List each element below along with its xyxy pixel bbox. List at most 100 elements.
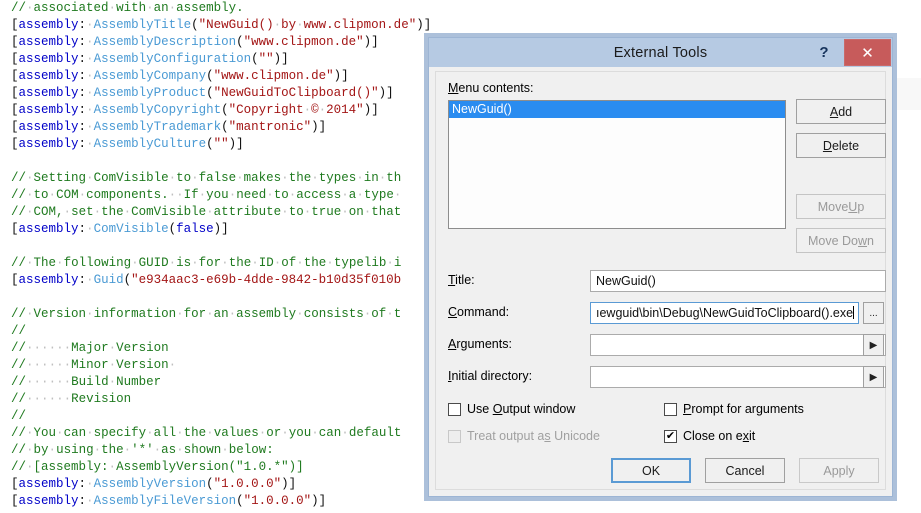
- whitespace-dot: ·: [311, 426, 319, 440]
- whitespace-dot: ·: [258, 426, 267, 440]
- title-input[interactable]: NewGuid(): [590, 270, 886, 292]
- whitespace-dot: ·: [146, 1, 154, 15]
- use-output-window-checkbox[interactable]: Use Output window: [448, 402, 575, 416]
- code-token: //·associated·with·an·assembly.: [11, 1, 244, 15]
- arguments-dropdown-icon[interactable]: ▶: [863, 334, 884, 356]
- checkbox-label: Close on exit: [683, 429, 756, 443]
- code-token: :·: [78, 69, 94, 83]
- whitespace-dot: ·: [41, 392, 49, 406]
- whitespace-dot: ·: [108, 460, 117, 474]
- whitespace-dot: ·: [228, 307, 237, 321]
- code-token: (: [236, 35, 244, 49]
- code-token: :·: [78, 494, 94, 508]
- whitespace-dot: ·: [176, 307, 184, 321]
- initial-directory-input[interactable]: [590, 366, 886, 388]
- code-token: )]: [311, 494, 327, 508]
- code-token: :·: [78, 120, 94, 134]
- whitespace-dot: ·: [33, 358, 42, 372]
- code-token: )]: [363, 103, 379, 117]
- whitespace-dot: ·: [168, 1, 177, 15]
- checkbox-box: ✔: [664, 429, 677, 443]
- whitespace-dot: ·: [26, 1, 34, 15]
- code-token: //·Version·information·for·an·assembly·c…: [11, 307, 402, 321]
- close-on-exit-checkbox[interactable]: ✔ Close on exit: [664, 429, 755, 443]
- whitespace-dot: ·: [206, 205, 214, 219]
- code-token: AssemblyDescription: [93, 35, 237, 49]
- add-button[interactable]: Add: [796, 99, 886, 124]
- code-token: [: [11, 477, 19, 491]
- checkbox-box: [448, 402, 461, 416]
- whitespace-dot: ·: [273, 18, 282, 32]
- code-token: assembly: [18, 35, 79, 49]
- menu-contents-listbox[interactable]: NewGuid(): [448, 100, 786, 229]
- code-token: //·The·following·GUID·is·for·the·ID·of·t…: [11, 256, 402, 270]
- whitespace-dot: ·: [56, 358, 64, 372]
- code-token: //: [11, 409, 27, 423]
- code-token: [: [11, 137, 19, 151]
- whitespace-dot: ·: [86, 18, 94, 32]
- code-token: :·: [78, 35, 94, 49]
- help-icon[interactable]: ?: [813, 42, 835, 63]
- code-token: )]: [281, 477, 297, 491]
- whitespace-dot: ·: [326, 256, 334, 270]
- whitespace-dot: ·: [63, 375, 72, 389]
- initial-directory-dropdown-icon[interactable]: ▶: [863, 366, 884, 388]
- whitespace-dot: ·: [206, 426, 214, 440]
- dialog-body: Menu contents: NewGuid() Add Delete Move…: [435, 71, 886, 490]
- whitespace-dot: ·: [266, 188, 274, 202]
- code-token: //·You·can·specify·all·the·values·or·you…: [11, 426, 402, 440]
- whitespace-dot: ·: [41, 358, 49, 372]
- whitespace-dot: ·: [26, 443, 34, 457]
- browse-button[interactable]: ...: [863, 302, 884, 324]
- checkbox-label: Use Output window: [467, 402, 576, 416]
- code-token: )]: [273, 52, 289, 66]
- ok-button[interactable]: OK: [611, 458, 691, 483]
- code-token: assembly: [18, 137, 79, 151]
- code-line: //·associated·with·an·assembly.: [0, 0, 921, 17]
- whitespace-dot: ·: [168, 256, 177, 270]
- whitespace-dot: ·: [386, 256, 394, 270]
- code-token: AssemblyFileVersion: [93, 494, 237, 508]
- code-token: :·: [78, 273, 94, 287]
- whitespace-dot: ·: [86, 86, 94, 100]
- whitespace-dot: ·: [26, 375, 34, 389]
- whitespace-dot: ·: [176, 188, 184, 202]
- dialog-title: External Tools: [613, 44, 708, 61]
- whitespace-dot: ·: [123, 205, 132, 219]
- code-token: "www.clipmon.de": [243, 35, 364, 49]
- code-line: [assembly:·AssemblyTitle("NewGuid()·by·w…: [0, 17, 921, 34]
- cancel-button[interactable]: Cancel: [705, 458, 785, 483]
- close-icon[interactable]: ✕: [844, 39, 891, 66]
- code-token: //······Revision: [11, 392, 132, 406]
- arguments-input[interactable]: [590, 334, 886, 356]
- code-token: //······Major·Version: [11, 341, 169, 355]
- whitespace-dot: ·: [26, 426, 34, 440]
- menu-contents-label: Menu contents:: [448, 81, 534, 95]
- command-input[interactable]: ıewguid\bin\Debug\NewGuidToClipboard().e…: [590, 302, 859, 324]
- whitespace-dot: ·: [363, 205, 372, 219]
- code-token: "mantronic": [228, 120, 312, 134]
- code-token: :·: [78, 86, 94, 100]
- code-token: //······Build·Number: [11, 375, 162, 389]
- code-token: "": [258, 52, 274, 66]
- whitespace-dot: ·: [108, 375, 117, 389]
- whitespace-dot: ·: [56, 341, 64, 355]
- delete-button[interactable]: Delete: [796, 133, 886, 158]
- whitespace-dot: ·: [33, 375, 42, 389]
- dialog-titlebar[interactable]: External Tools ? ✕: [429, 38, 892, 67]
- code-token: AssemblyTitle: [93, 18, 192, 32]
- whitespace-dot: ·: [108, 358, 117, 372]
- whitespace-dot: ·: [296, 256, 304, 270]
- code-token: (: [191, 18, 199, 32]
- list-item[interactable]: NewGuid(): [449, 101, 785, 118]
- prompt-for-arguments-checkbox[interactable]: Prompt for arguments: [664, 402, 804, 416]
- arguments-field-row: Arguments: ▶: [448, 334, 886, 356]
- whitespace-dot: ·: [168, 358, 177, 372]
- code-token: assembly: [18, 18, 79, 32]
- whitespace-dot: ·: [63, 358, 72, 372]
- editor-right-strip: [893, 78, 921, 110]
- whitespace-dot: ·: [86, 307, 94, 321]
- checkbox-box: [664, 402, 677, 416]
- whitespace-dot: ·: [153, 443, 162, 457]
- code-token: )]: [228, 137, 244, 151]
